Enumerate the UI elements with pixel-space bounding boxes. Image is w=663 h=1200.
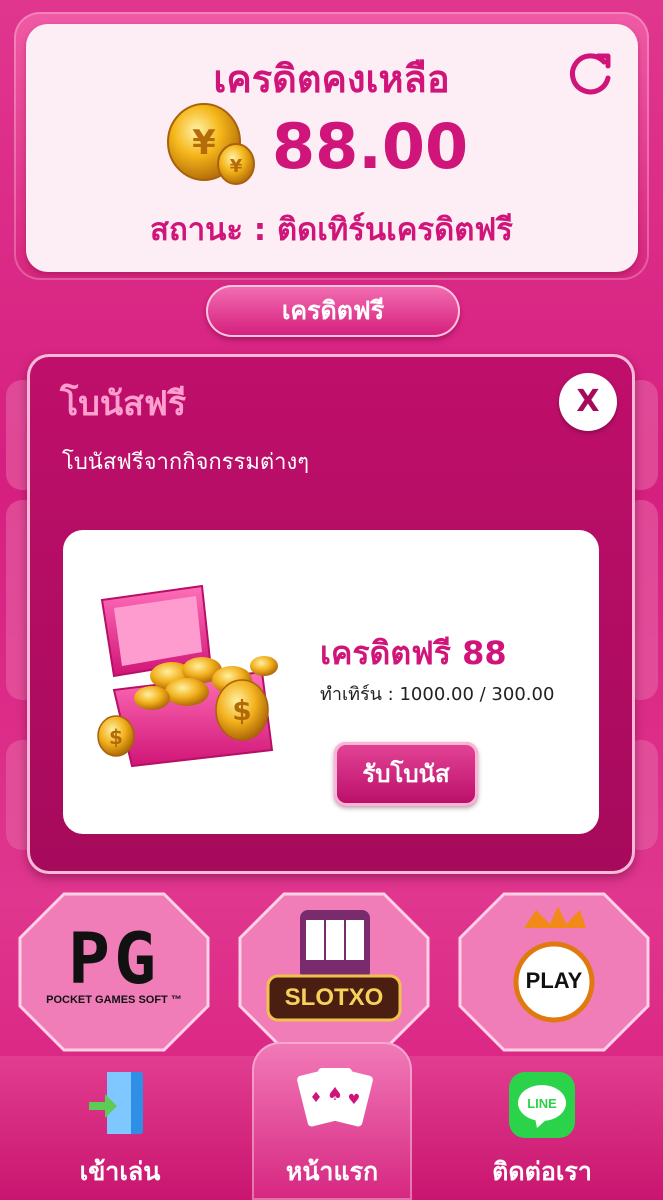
bonus-name: เครดิตฟรี 88: [320, 634, 507, 672]
svg-text:LINE: LINE: [527, 1096, 557, 1111]
svg-text:♠: ♠: [327, 1084, 343, 1105]
pragmatic-logo: PLAY: [525, 968, 583, 993]
close-icon: X: [576, 384, 600, 419]
modal-title: โบนัสฟรี: [60, 384, 187, 424]
free-credit-button[interactable]: เครดิตฟรี: [206, 285, 460, 337]
svg-text:$: $: [109, 725, 123, 749]
credit-balance: 88.00: [272, 110, 469, 183]
svg-text:¥: ¥: [192, 123, 216, 163]
provider-pg-button[interactable]: PG POCKET GAMES SOFT ™: [14, 888, 214, 1056]
coin-icon: ¥ ¥: [164, 102, 258, 188]
playing-cards-icon: ♠ ♦ ♥: [297, 1068, 373, 1127]
provider-slotxo-button[interactable]: SLOTXO: [234, 888, 434, 1056]
close-button[interactable]: X: [559, 373, 617, 431]
nav-label: เข้าเล่น: [79, 1157, 161, 1186]
pg-caption: POCKET GAMES SOFT ™: [46, 994, 182, 1006]
svg-text:♥: ♥: [348, 1092, 361, 1108]
provider-pragmatic-button[interactable]: PLAY: [454, 888, 654, 1056]
bonus-turnover: ทำเทิร์น : 1000.00 / 300.00: [320, 684, 555, 705]
nav-item-play[interactable]: เข้าเล่น: [40, 1060, 200, 1200]
credit-status: สถานะ : ติดเทิร์นเครดิตฟรี: [150, 212, 513, 248]
modal-subtitle: โบนัสฟรีจากกิจกรรมต่างๆ: [62, 450, 310, 475]
nav-label: ติดต่อเรา: [492, 1157, 592, 1186]
claim-bonus-button[interactable]: รับโบนัส: [334, 742, 478, 806]
refresh-icon: [570, 53, 611, 95]
octagon-frame-icon: [238, 892, 430, 1052]
svg-text:♦: ♦: [310, 1090, 323, 1106]
refresh-button[interactable]: [564, 48, 616, 100]
line-icon: LINE: [509, 1072, 575, 1138]
nav-item-home[interactable]: ♠ ♦ ♥ หน้าแรก: [252, 1060, 412, 1200]
svg-text:¥: ¥: [230, 156, 243, 177]
nav-item-contact[interactable]: LINE ติดต่อเรา: [462, 1060, 622, 1200]
nav-label: หน้าแรก: [285, 1157, 379, 1186]
slotxo-logo: SLOTXO: [284, 984, 384, 1011]
pg-logo: PG: [67, 918, 161, 1000]
treasure-chest-icon: $ $: [92, 580, 292, 770]
door-enter-icon: [89, 1072, 143, 1134]
svg-text:$: $: [232, 694, 251, 727]
